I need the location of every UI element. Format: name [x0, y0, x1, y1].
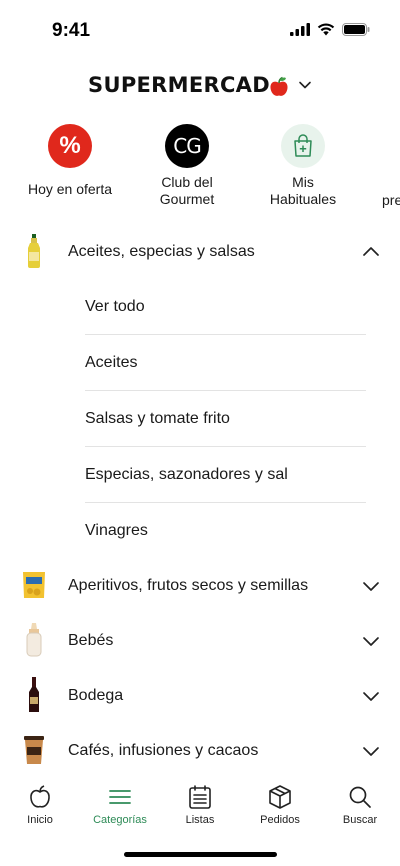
subcategory-especias[interactable]: Especias, sazonadores y sal	[85, 447, 366, 503]
shortcut-hoy-en-oferta[interactable]: % Hoy en oferta	[20, 124, 120, 198]
chevron-down-icon	[363, 637, 379, 646]
subcategory-label: Vinagres	[85, 521, 148, 539]
percent-icon: %	[48, 124, 92, 168]
chevron-down-icon	[363, 692, 379, 701]
tab-label: Buscar	[342, 814, 378, 826]
category-row-aceites[interactable]: Aceites, especias y salsas	[0, 224, 400, 279]
shortcuts-carousel[interactable]: % Hoy en oferta CG Club del Gourmet Mis …	[0, 124, 400, 214]
shortcut-mis-habituales[interactable]: Mis Habituales	[253, 124, 353, 208]
subcategory-ver-todo[interactable]: Ver todo	[85, 279, 366, 335]
shortcut-label: pre	[382, 192, 400, 208]
baby-bottle-thumbnail	[20, 621, 48, 659]
wifi-icon	[317, 23, 335, 36]
category-row-bodega[interactable]: Bodega	[0, 668, 400, 723]
home-indicator[interactable]	[124, 852, 277, 857]
tab-label: Inicio	[27, 814, 53, 826]
subcategory-label: Especias, sazonadores y sal	[85, 465, 288, 483]
shopping-bag-plus-icon	[281, 124, 325, 168]
subcategory-aceites[interactable]: Aceites	[85, 335, 366, 391]
tab-inicio[interactable]: Inicio	[0, 784, 80, 826]
status-bar: 9:41	[0, 0, 400, 60]
category-list: Aceites, especias y salsas Ver todo Acei…	[0, 224, 400, 778]
chevron-down-icon	[363, 582, 379, 591]
status-time: 9:41	[52, 20, 91, 41]
menu-icon	[109, 790, 131, 804]
chips-bag-thumbnail	[20, 566, 48, 604]
brand-logo: SUPERMERCAD	[88, 73, 270, 97]
tab-pedidos[interactable]: Pedidos	[240, 784, 320, 826]
tab-label: Categorías	[93, 814, 147, 826]
subcategory-salsas[interactable]: Salsas y tomate frito	[85, 391, 366, 447]
apple-logo-icon	[270, 76, 288, 96]
tab-categorias[interactable]: Categorías	[80, 784, 160, 826]
category-label: Aperitivos, frutos secos y semillas	[68, 576, 309, 594]
box-icon	[269, 785, 291, 809]
category-label: Aceites, especias y salsas	[68, 242, 255, 260]
shortcut-label: Club del Gourmet	[159, 174, 215, 207]
cg-logo-icon: CG	[165, 124, 209, 168]
category-row-cafes[interactable]: Cafés, infusiones y cacaos	[0, 723, 400, 778]
shortcut-label: Mis Habituales	[269, 174, 337, 207]
battery-icon	[342, 23, 370, 36]
subcategory-vinagres[interactable]: Vinagres	[85, 503, 366, 558]
apple-icon	[30, 785, 50, 808]
wine-bottle-thumbnail	[20, 676, 48, 714]
status-icons	[290, 23, 370, 36]
search-icon	[349, 786, 371, 808]
list-icon	[189, 785, 211, 809]
chevron-up-icon	[363, 247, 379, 256]
category-label: Bebés	[68, 631, 114, 649]
tab-listas[interactable]: Listas	[160, 784, 240, 826]
chevron-down-icon	[363, 747, 379, 756]
tab-buscar[interactable]: Buscar	[320, 784, 400, 826]
coffee-cup-thumbnail	[20, 731, 48, 769]
store-selector[interactable]: SUPERMERCAD	[0, 70, 400, 100]
shortcut-club-del-gourmet[interactable]: CG Club del Gourmet	[137, 124, 237, 208]
category-row-aperitivos[interactable]: Aperitivos, frutos secos y semillas	[0, 558, 400, 613]
oil-bottle-thumbnail	[20, 232, 48, 270]
subcategory-list: Ver todo Aceites Salsas y tomate frito E…	[0, 279, 400, 558]
chevron-down-icon	[299, 81, 311, 89]
category-label: Bodega	[68, 686, 124, 704]
category-row-bebes[interactable]: Bebés	[0, 613, 400, 668]
signal-icon	[290, 23, 310, 36]
subcategory-label: Salsas y tomate frito	[85, 409, 230, 427]
tab-label: Listas	[185, 814, 215, 826]
shortcut-partial[interactable]: pre	[370, 124, 400, 209]
subcategory-label: Aceites	[85, 353, 138, 371]
category-label: Cafés, infusiones y cacaos	[68, 741, 259, 759]
tab-label: Pedidos	[260, 814, 300, 826]
shortcut-label: Hoy en oferta	[27, 181, 113, 197]
subcategory-label: Ver todo	[85, 297, 145, 315]
